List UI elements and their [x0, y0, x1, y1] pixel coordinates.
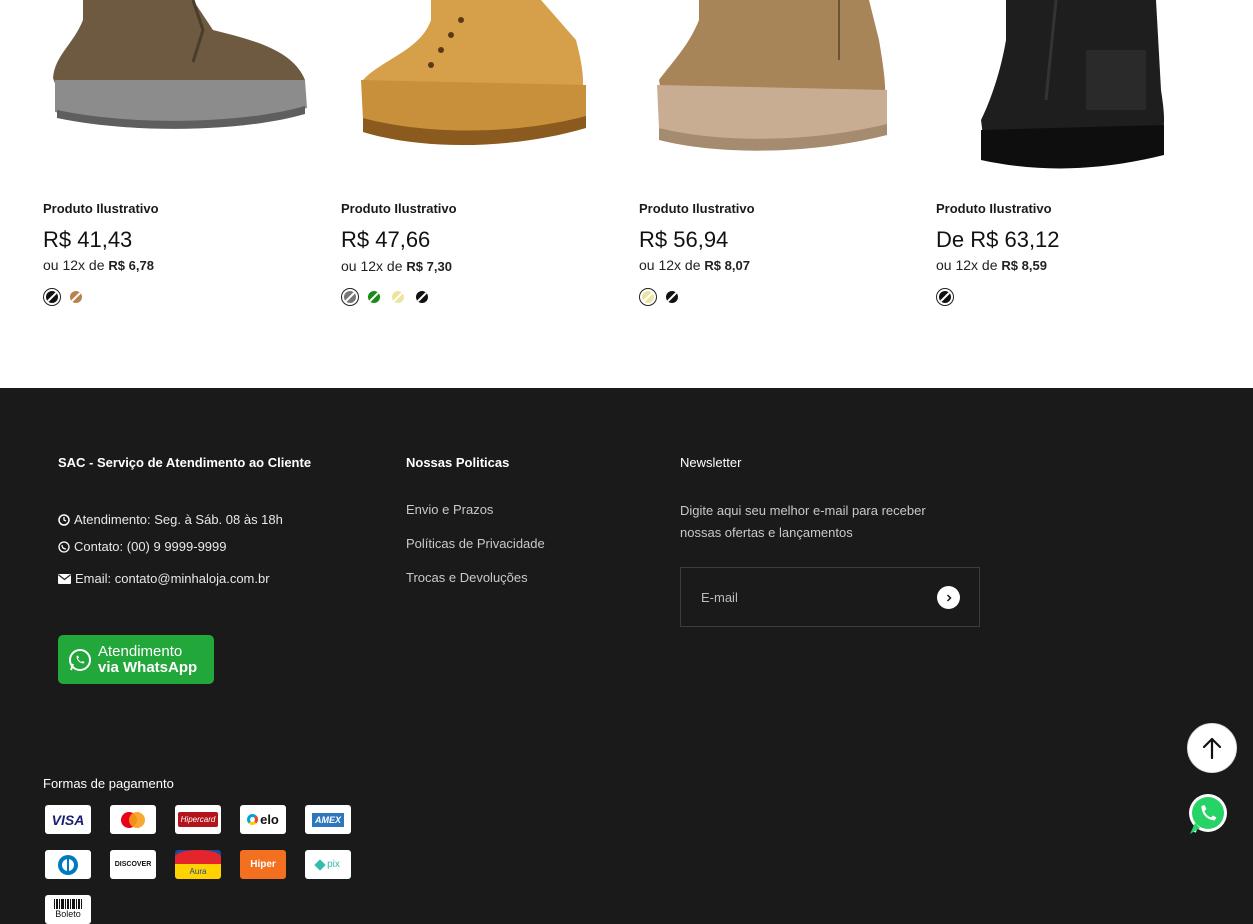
sac-contact[interactable]: Contato: (00) 9 9999-9999: [58, 539, 227, 554]
site-footer: SAC - Serviço de Atendimento ao Cliente …: [0, 388, 1253, 924]
product-price: De R$ 63,12: [936, 227, 1060, 252]
hipercard-icon: Hipercard: [175, 805, 221, 834]
payment-title: Formas de pagamento: [43, 776, 174, 791]
sac-email-text[interactable]: Email: contato@minhaloja.com.br: [75, 571, 270, 586]
sac-title: SAC - Serviço de Atendimento ao Cliente: [58, 455, 312, 470]
installment-text: ou 12x de R$ 8,59: [936, 257, 1047, 273]
sac-contact-text[interactable]: Contato: (00) 9 9999-9999: [74, 539, 227, 554]
installment-text: ou 12x de R$ 7,30: [341, 258, 452, 274]
policy-link-privacy[interactable]: Políticas de Privacidade: [406, 536, 545, 551]
boleto-icon: Boleto: [45, 895, 91, 924]
mastercard-icon: [110, 805, 156, 834]
whatsapp-icon: [69, 648, 91, 671]
payment-methods: VISA Hipercard elo AMEX DISCOVER Aura Hi…: [45, 805, 365, 924]
diners-icon: [45, 850, 91, 879]
color-swatch[interactable]: [365, 288, 383, 306]
visa-icon: VISA: [45, 805, 91, 834]
swatch-color: [642, 291, 654, 303]
swatch-color: [368, 291, 380, 303]
color-swatch[interactable]: [341, 288, 359, 306]
color-swatches: [936, 287, 954, 307]
whatsapp-small-icon: [58, 540, 70, 553]
hiper-icon: Hiper: [240, 850, 286, 879]
installment-value: R$ 8,59: [1001, 258, 1047, 273]
installment-prefix: ou 12x de: [936, 257, 998, 273]
installment-prefix: ou 12x de: [341, 258, 403, 274]
product-price: R$ 41,43: [43, 227, 133, 252]
product-image[interactable]: [341, 0, 611, 185]
swatch-color: [70, 291, 82, 303]
product-grid: Produto Ilustrativo R$ 41,43 ou 12x de R…: [0, 0, 1253, 388]
color-swatch[interactable]: [67, 288, 85, 306]
whatsapp-support-button[interactable]: Atendimento via WhatsApp: [58, 635, 214, 684]
product-price: R$ 47,66: [341, 227, 431, 252]
swatch-color: [666, 291, 678, 303]
color-swatches: [341, 287, 431, 307]
product-name[interactable]: Produto Ilustrativo: [341, 201, 457, 216]
color-swatch[interactable]: [663, 288, 681, 306]
installment-value: R$ 6,78: [108, 258, 154, 273]
swatch-color: [392, 291, 404, 303]
swatch-color: [416, 291, 428, 303]
installment-prefix: ou 12x de: [43, 257, 105, 273]
arrow-up-icon: [1202, 737, 1222, 760]
elo-icon: elo: [240, 805, 286, 834]
clock-icon: [58, 513, 70, 526]
pix-icon: pix: [305, 850, 351, 879]
whatsapp-float-button[interactable]: [1186, 792, 1230, 836]
product-card[interactable]: Produto Ilustrativo De R$ 63,12 ou 12x d…: [936, 0, 1206, 330]
product-card[interactable]: Produto Ilustrativo R$ 41,43 ou 12x de R…: [43, 0, 313, 330]
policy-link-shipping[interactable]: Envio e Prazos: [406, 502, 493, 517]
amex-icon: AMEX: [305, 805, 351, 834]
newsletter-form: [680, 567, 980, 627]
product-card[interactable]: Produto Ilustrativo R$ 47,66 ou 12x de R…: [341, 0, 611, 330]
installment-value: R$ 7,30: [406, 259, 452, 274]
chevron-right-icon: [946, 593, 952, 602]
color-swatch[interactable]: [389, 288, 407, 306]
color-swatch[interactable]: [413, 288, 431, 306]
color-swatches: [639, 287, 681, 307]
installment-text: ou 12x de R$ 6,78: [43, 257, 154, 273]
swatch-color: [344, 291, 356, 303]
product-image[interactable]: [936, 0, 1206, 185]
envelope-icon: [58, 573, 71, 584]
whatsapp-button-line2: via WhatsApp: [98, 658, 198, 676]
color-swatches: [43, 287, 85, 307]
installment-text: ou 12x de R$ 8,07: [639, 257, 750, 273]
color-swatch[interactable]: [43, 288, 61, 306]
swatch-color: [46, 291, 58, 303]
newsletter-title: Newsletter: [680, 455, 742, 470]
whatsapp-button-line1: Atendimento: [98, 642, 183, 660]
sac-hours-text: Atendimento: Seg. à Sáb. 08 às 18h: [74, 512, 283, 527]
whatsapp-icon: [1189, 794, 1227, 834]
policies-title: Nossas Politicas: [406, 455, 510, 470]
product-image[interactable]: [43, 0, 313, 185]
sac-email[interactable]: Email: contato@minhaloja.com.br: [58, 571, 270, 586]
product-name[interactable]: Produto Ilustrativo: [639, 201, 755, 216]
product-image[interactable]: [639, 0, 909, 185]
installment-prefix: ou 12x de: [639, 257, 701, 273]
back-to-top-button[interactable]: [1187, 723, 1237, 773]
installment-value: R$ 8,07: [704, 258, 750, 273]
color-swatch[interactable]: [639, 288, 657, 306]
product-card[interactable]: Produto Ilustrativo R$ 56,94 ou 12x de R…: [639, 0, 909, 330]
swatch-color: [939, 291, 951, 303]
newsletter-description: Digite aqui seu melhor e-mail para receb…: [680, 503, 926, 540]
newsletter-submit-button[interactable]: [937, 586, 960, 609]
discover-icon: DISCOVER: [110, 850, 156, 879]
product-name[interactable]: Produto Ilustrativo: [43, 201, 159, 216]
product-name[interactable]: Produto Ilustrativo: [936, 201, 1052, 216]
policy-link-returns[interactable]: Trocas e Devoluções: [406, 570, 528, 585]
aura-icon: Aura: [175, 850, 221, 879]
newsletter-email-input[interactable]: [681, 568, 921, 626]
sac-hours: Atendimento: Seg. à Sáb. 08 às 18h: [58, 512, 283, 527]
product-price: R$ 56,94: [639, 227, 729, 252]
color-swatch[interactable]: [936, 288, 954, 306]
